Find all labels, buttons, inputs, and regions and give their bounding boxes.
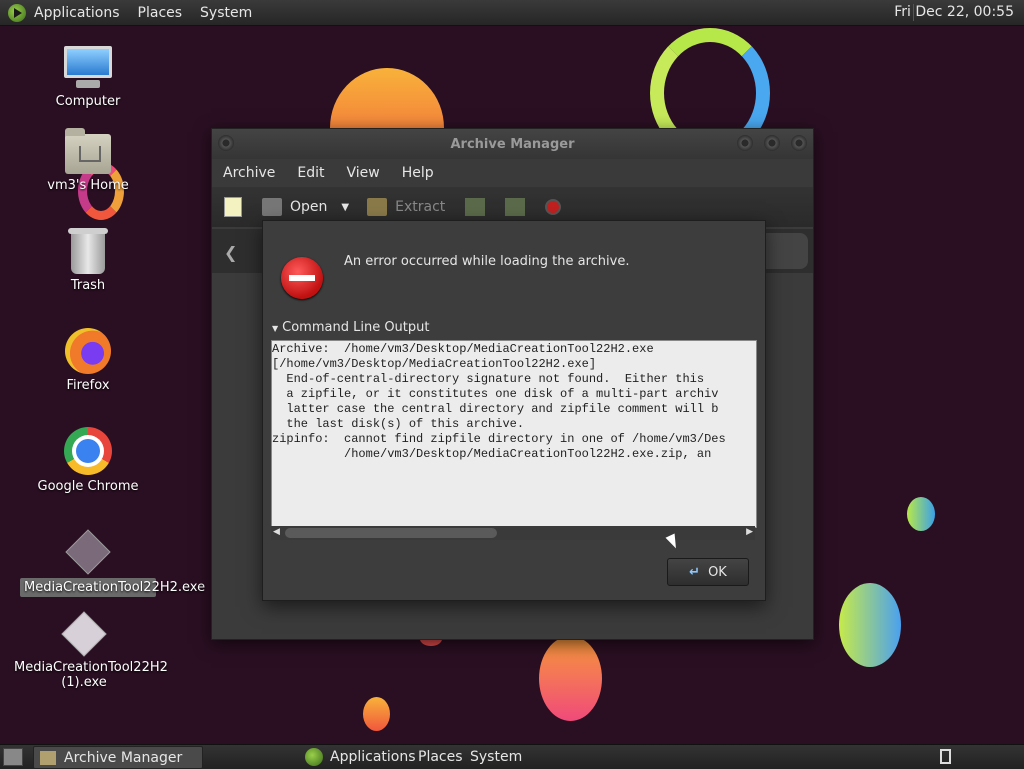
bottom-menu-system[interactable]: System (470, 749, 522, 765)
extract-icon (367, 198, 388, 216)
desktop-icon-media-creation-tool[interactable]: MediaCreationTool22H2.exe (18, 529, 205, 597)
enter-arrow-icon: ↵ (689, 564, 701, 580)
desktop-icon-computer[interactable]: Computer (18, 46, 158, 109)
stop-icon[interactable] (545, 199, 562, 215)
minimize-button[interactable] (737, 135, 753, 151)
bottom-menu-applications[interactable]: Applications (330, 749, 416, 765)
scroll-right-icon[interactable]: ▶ (746, 527, 753, 537)
output-line: latter case the central directory and zi… (272, 402, 719, 416)
error-icon (281, 257, 323, 299)
menu-help[interactable]: Help (402, 165, 434, 181)
close-button[interactable] (791, 135, 807, 151)
taskbar-item-label: Archive Manager (64, 749, 183, 766)
menu-edit[interactable]: Edit (297, 165, 324, 181)
desktop-icon-trash[interactable]: Trash (18, 228, 158, 293)
desktop-icon-label: Firefox (66, 378, 110, 393)
window-titlebar[interactable]: Archive Manager (212, 129, 813, 159)
wallpaper-green-blue-blob (839, 583, 901, 667)
desktop-icon-label: MediaCreationTool22H2.exe (20, 578, 205, 597)
exe-file-icon (61, 611, 107, 657)
horizontal-scrollbar[interactable]: ◀ ▶ (271, 526, 755, 540)
open-folder-icon (262, 198, 282, 216)
output-line: /home/vm3/Desktop/MediaCreationTool22H2.… (272, 447, 712, 461)
archive-manager-icon (40, 750, 56, 765)
top-menu-places[interactable]: Places (138, 5, 183, 21)
desktop-icon-label: Trash (70, 278, 106, 293)
mate-logo-icon[interactable] (8, 3, 26, 22)
bottom-panel: Archive Manager Applications Places Syst… (0, 744, 1024, 769)
location-field[interactable] (762, 233, 808, 269)
desktop-icon-label: Computer (55, 94, 121, 109)
trash-icon (68, 228, 108, 274)
scrollbar-thumb[interactable] (285, 528, 497, 538)
window-title: Archive Manager (450, 137, 575, 152)
open-button[interactable]: Open (290, 199, 327, 215)
desktop-icon-label: MediaCreationTool22H2 (1).exe (14, 660, 168, 690)
add-files-icon[interactable] (465, 198, 486, 216)
expander-label: Command Line Output (282, 320, 430, 335)
output-line: End-of-central-directory signature not f… (272, 372, 705, 386)
top-menu-system[interactable]: System (200, 5, 252, 21)
output-line: Archive: /home/vm3/Desktop/MediaCreation… (272, 342, 654, 356)
output-line: the last disk(s) of this archive. (272, 417, 525, 431)
desktop-icon-firefox[interactable]: Firefox (18, 328, 158, 393)
desktop-icon-label: vm3's Home (47, 178, 129, 193)
bottom-menu-places[interactable]: Places (418, 749, 463, 765)
trash-applet-icon[interactable] (940, 749, 951, 764)
new-archive-icon[interactable] (224, 197, 242, 217)
home-folder-icon (65, 128, 111, 174)
wallpaper-tiny-orange-blob (363, 697, 390, 731)
desktop-icon-media-creation-tool-1[interactable]: MediaCreationTool22H2 (1).exe (14, 611, 168, 690)
back-arrow-icon[interactable]: ❮ (224, 243, 237, 262)
menu-view[interactable]: View (347, 165, 380, 181)
top-panel: Applications Places System Fri Dec 22, 0… (0, 0, 1024, 26)
top-menu-applications[interactable]: Applications (34, 5, 120, 21)
wallpaper-small-blob (907, 497, 935, 531)
mate-logo-icon[interactable] (305, 748, 323, 766)
desktop-icon-home[interactable]: vm3's Home (18, 128, 158, 193)
menubar: Archive Edit View Help (212, 159, 813, 187)
firefox-icon (65, 328, 111, 374)
extract-button[interactable]: Extract (395, 199, 445, 215)
output-line: [/home/vm3/Desktop/MediaCreationTool22H2… (272, 357, 597, 371)
expander-arrow-icon: ▼ (272, 324, 279, 333)
error-dialog: An error occurred while loading the arch… (262, 220, 766, 601)
show-desktop-icon[interactable] (3, 748, 23, 766)
output-line: zipinfo: cannot find zipfile directory i… (272, 432, 726, 446)
exe-file-icon (65, 529, 111, 575)
add-folder-icon[interactable] (505, 198, 526, 216)
command-output-textview[interactable]: Archive: /home/vm3/Desktop/MediaCreation… (271, 340, 757, 528)
output-line: a zipfile, or it constitutes one disk of… (272, 387, 719, 401)
desktop-icon-chrome[interactable]: Google Chrome (18, 427, 158, 494)
scroll-left-icon[interactable]: ◀ (273, 527, 280, 537)
taskbar-item-archive-manager[interactable]: Archive Manager (33, 746, 203, 769)
desktop-icon-label: Google Chrome (37, 479, 139, 494)
ok-button[interactable]: ↵ OK (667, 558, 749, 586)
chrome-icon (64, 427, 112, 475)
computer-icon (64, 46, 112, 90)
menu-archive[interactable]: Archive (223, 165, 275, 181)
error-message: An error occurred while loading the arch… (344, 254, 630, 269)
clock[interactable]: Fri Dec 22, 00:55 (894, 4, 1014, 20)
output-text: Archive: /home/vm3/Desktop/MediaCreation… (272, 341, 756, 462)
wallpaper-pink-blob (539, 636, 602, 721)
open-dropdown-arrow-icon[interactable]: ▼ (341, 202, 349, 213)
maximize-button[interactable] (764, 135, 780, 151)
command-line-output-expander[interactable]: ▼ Command Line Output (272, 320, 430, 335)
ok-label: OK (708, 564, 727, 580)
